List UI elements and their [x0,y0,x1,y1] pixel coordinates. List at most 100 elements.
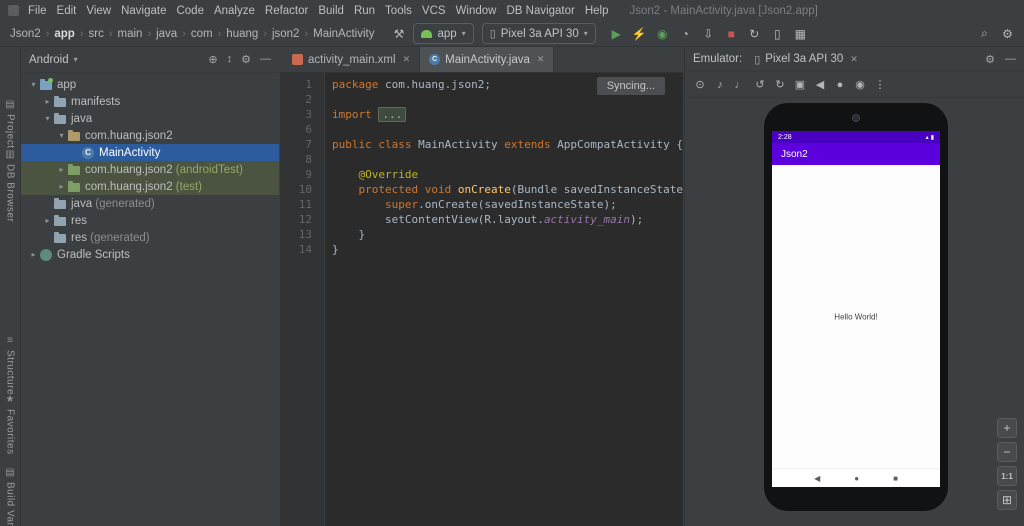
apply-changes-button[interactable]: ⚡ [629,23,650,44]
code-line-3[interactable]: 3 import ... [280,107,683,122]
device-select[interactable]: ▯ Pixel 3a API 30 ▾ [481,23,596,44]
nav-overview-icon[interactable]: ■ [893,474,898,483]
tree-item-res-generated[interactable]: res (generated) [21,229,279,246]
code-line-8[interactable]: 8 [280,152,683,167]
hide-panel-button[interactable]: ― [260,53,271,66]
menu-build[interactable]: Build [313,1,349,21]
rotate-left-icon[interactable]: ↺ [750,75,770,95]
code-line-10[interactable]: 10 protected void onCreate(Bundle savedI… [280,182,683,197]
chevron-down-icon[interactable]: ▾ [41,114,54,123]
run-configuration-select[interactable]: app ▾ [413,23,474,44]
close-icon[interactable]: ✕ [537,54,545,65]
code-line-7[interactable]: 7 public class MainActivity extends AppCo… [280,137,683,152]
tool-stripe-project[interactable]: ▤ Project [0,99,20,149]
stop-button[interactable]: ■ [721,23,742,44]
camera-icon[interactable]: ◉ [850,75,870,95]
close-icon[interactable]: ✕ [403,54,411,65]
profile-button[interactable]: ◔ [675,23,696,44]
code-area[interactable]: 1 package com.huang.json2; 2 3 import ... 6 7 p… [280,73,683,526]
attach-debugger-button[interactable]: ⇩ [698,23,719,44]
chevron-right-icon[interactable]: ▸ [27,250,40,259]
menu-analyze[interactable]: Analyze [209,1,260,21]
rotate-right-icon[interactable]: ↻ [770,75,790,95]
nav-back-icon[interactable]: ◀ [814,474,820,483]
code-line-6[interactable]: 6 [280,122,683,137]
breadcrumb-item-json2[interactable]: Json2 [8,28,43,40]
zoom-reset-button[interactable]: 1:1 [997,466,1017,486]
code-line-12[interactable]: 12 setContentView(R.layout.activity_main… [280,212,683,227]
run-button[interactable]: ▶ [606,23,627,44]
project-settings-gear-icon[interactable]: ⚙ [241,53,251,66]
menu-edit[interactable]: Edit [52,1,82,21]
more-options-icon[interactable]: ⋮ [870,75,890,95]
menu-run[interactable]: Run [349,1,380,21]
breadcrumb-item-src[interactable]: src [86,28,105,40]
chevron-down-icon[interactable]: ▾ [27,80,40,89]
volume-up-icon[interactable]: ♪ [710,75,730,95]
menu-tools[interactable]: Tools [380,1,417,21]
tool-stripe-db-browser[interactable]: ▥ DB Browser [0,149,20,222]
code-line-13[interactable]: 13 } [280,227,683,242]
tree-item-manifests[interactable]: ▸ manifests [21,93,279,110]
code-line-14[interactable]: 14} [280,242,683,257]
tree-item-com-huang-json2-test[interactable]: ▸ com.huang.json2 (test) [21,178,279,195]
back-icon[interactable]: ◀ [810,75,830,95]
tool-stripe-favorites[interactable]: ★ Favorites [0,394,20,455]
zoom-fit-button[interactable]: ⊞ [997,490,1017,510]
breadcrumb-item-app[interactable]: app [52,28,76,40]
build-hammer-button[interactable]: ⚒ [388,23,409,44]
settings-button[interactable]: ⚙ [997,23,1018,44]
tree-item-gradle-scripts[interactable]: ▸ Gradle Scripts [21,246,279,263]
tree-item-java-generated[interactable]: java (generated) [21,195,279,212]
volume-down-icon[interactable]: ♩ [730,75,750,95]
chevron-right-icon[interactable]: ▸ [55,182,68,191]
zoom-in-button[interactable]: + [997,418,1017,438]
sync-project-button[interactable]: ↻ [744,23,765,44]
code-line-9[interactable]: 9 @Override [280,167,683,182]
breadcrumb-item-com[interactable]: com [189,28,215,40]
emulator-settings-gear-icon[interactable]: ⚙ [985,53,995,66]
breadcrumb-item-java[interactable]: java [154,28,179,40]
tool-stripe-structure[interactable]: ≡ Structure [0,335,20,395]
device-manager-button[interactable]: ▯ [767,23,788,44]
chevron-right-icon[interactable]: ▸ [41,97,54,106]
menu-window[interactable]: Window [451,1,502,21]
emulator-device-tab[interactable]: ▯ Pixel 3a API 30 ✕ [754,53,858,66]
phone-screen[interactable]: 2:28 ▴ ▮ Json2 Hello World! ◀ ● ■ [772,131,940,487]
collapse-all-button[interactable]: ↕ [227,53,233,66]
editor-tab-activity-main-xml[interactable]: activity_main.xml ✕ [283,47,421,72]
menu-db-navigator[interactable]: DB Navigator [501,1,579,21]
screenshot-icon[interactable]: ▣ [790,75,810,95]
menu-code[interactable]: Code [171,1,209,21]
nav-home-icon[interactable]: ● [854,474,859,483]
hide-emulator-button[interactable]: ― [1005,53,1016,66]
search-everywhere-button[interactable]: ⌕ [974,23,995,44]
menu-navigate[interactable]: Navigate [116,1,171,21]
home-icon[interactable]: ● [830,75,850,95]
breadcrumb-item-json2[interactable]: json2 [270,28,302,40]
locate-file-button[interactable]: ⊕ [208,53,217,66]
chevron-right-icon[interactable]: ▸ [41,216,54,225]
tree-item-java[interactable]: ▾ java [21,110,279,127]
debug-button[interactable]: ◉ [652,23,673,44]
menu-refactor[interactable]: Refactor [260,1,313,21]
tree-item-app[interactable]: ▾ app [21,76,279,93]
tool-stripe-build-variants[interactable]: ▤ Build Variants [0,467,20,526]
tree-item-com-huang-json2[interactable]: ▾ com.huang.json2 [21,127,279,144]
chevron-right-icon[interactable]: ▸ [55,165,68,174]
editor-tab-mainactivity-java[interactable]: C MainActivity.java ✕ [420,47,555,72]
tree-item-mainactivity[interactable]: C MainActivity [21,144,279,161]
menu-vcs[interactable]: VCS [417,1,451,21]
power-icon[interactable]: ⊙ [690,75,710,95]
menu-help[interactable]: Help [580,1,614,21]
menu-file[interactable]: File [23,1,52,21]
breadcrumb-item-main[interactable]: main [116,28,145,40]
project-view-selector[interactable]: Android ▾ [29,54,78,66]
tree-item-com-huang-json2-androidtest[interactable]: ▸ com.huang.json2 (androidTest) [21,161,279,178]
chevron-down-icon[interactable]: ▾ [55,131,68,140]
layout-inspector-button[interactable]: ▦ [790,23,811,44]
zoom-out-button[interactable]: − [997,442,1017,462]
breadcrumb-item-mainactivity[interactable]: MainActivity [311,28,376,40]
tree-item-res[interactable]: ▸ res [21,212,279,229]
menu-view[interactable]: View [81,1,116,21]
